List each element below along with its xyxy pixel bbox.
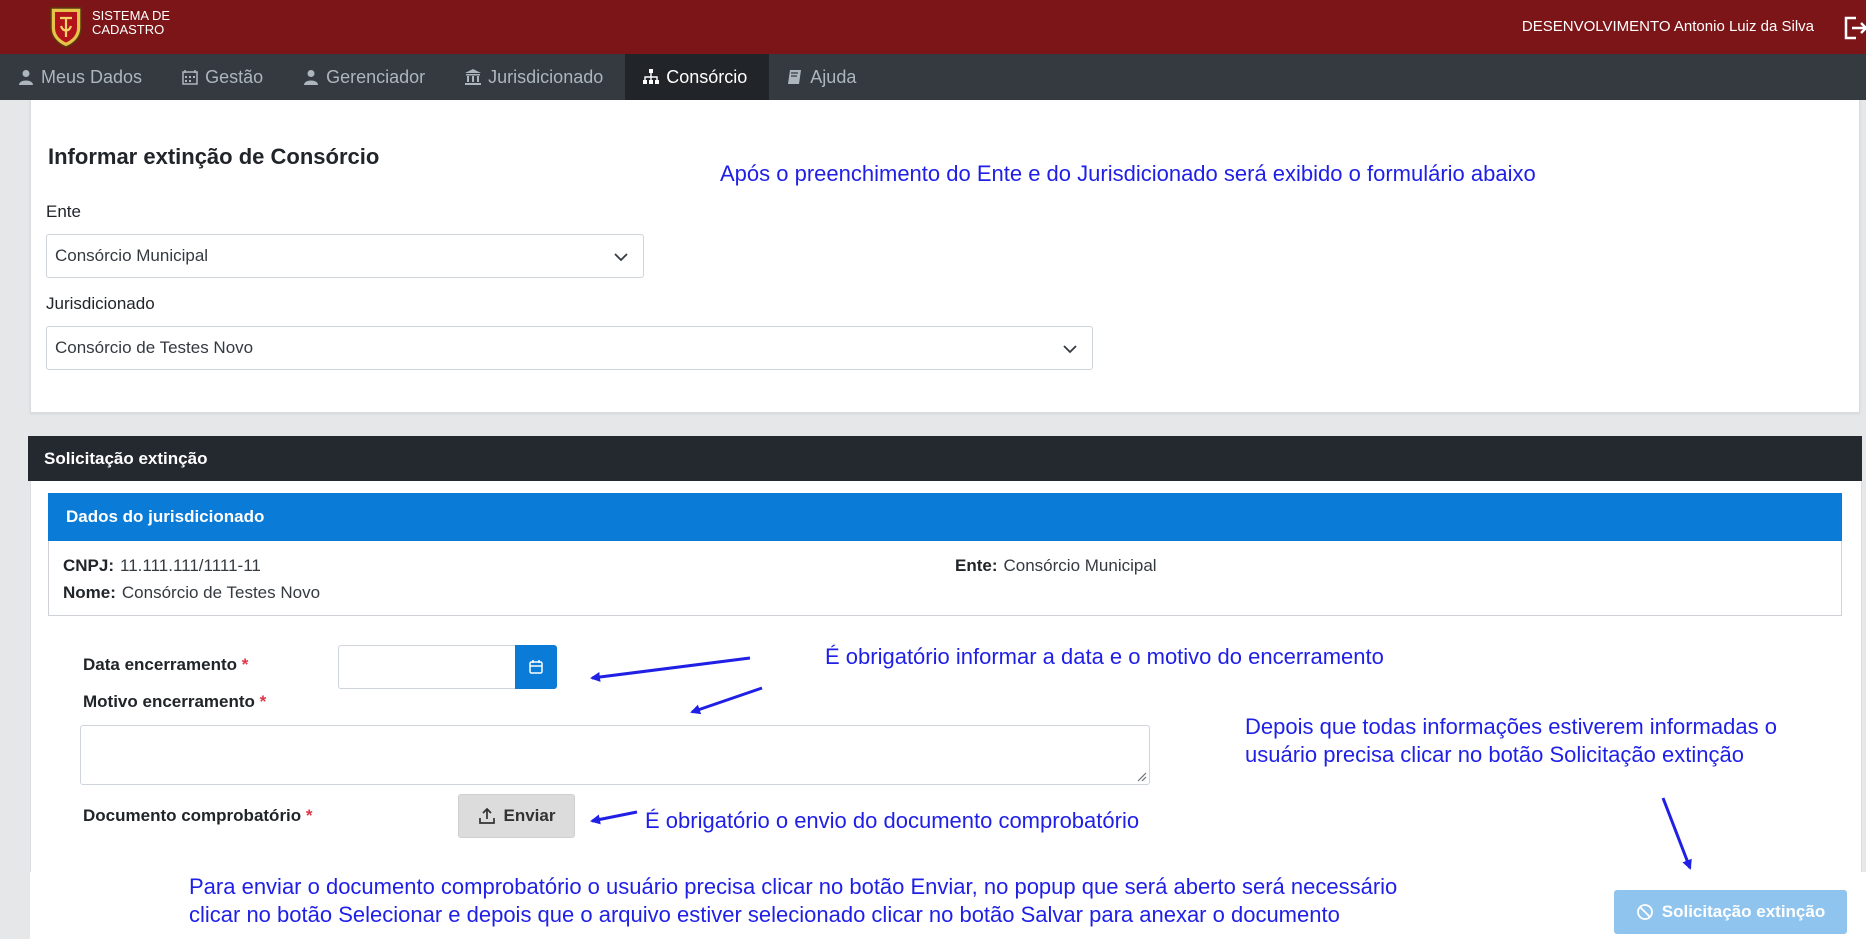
chevron-down-icon <box>614 253 628 262</box>
required-mark: * <box>241 655 249 674</box>
brand-line2: CADASTRO <box>92 22 165 37</box>
nav-label: Meus Dados <box>41 66 143 87</box>
book-icon <box>788 70 802 84</box>
user-icon <box>304 70 319 85</box>
ente-label: Ente <box>46 202 81 221</box>
jurisdicionado-select-value: Consórcio de Testes Novo <box>55 338 254 357</box>
nome-label: Nome: <box>63 583 116 602</box>
annotation-form-shown: Após o preenchimento do Ente e do Jurisd… <box>720 161 1536 186</box>
annotation-enviar-line1: Para enviar o documento comprobatório o … <box>189 874 1398 899</box>
ente-info-label: Ente: <box>955 556 998 575</box>
cnpj-label: CNPJ: <box>63 556 115 575</box>
nav-consorcio[interactable]: Consórcio <box>625 54 770 100</box>
nome-field: Nome: Consórcio de Testes Novo <box>63 583 320 603</box>
annotation-enviar-instructions: Para enviar o documento comprobatório o … <box>189 873 1397 929</box>
nav-gestao[interactable]: Gestão <box>164 54 285 100</box>
jurisdicionado-label: Jurisdicionado <box>46 294 155 313</box>
chevron-down-icon <box>1063 345 1077 354</box>
brand-name: SISTEMA DE CADASTRO <box>92 9 170 37</box>
annotation-required-document: É obrigatório o envio do documento compr… <box>645 808 1140 833</box>
annotation-after-filled-line2: usuário precisa clicar no botão Solicita… <box>1245 742 1744 767</box>
ente-info-value: Consórcio Municipal <box>1003 556 1157 575</box>
annotation-after-filled-line1: Depois que todas informações estiverem i… <box>1245 714 1777 739</box>
page-title: Informar extinção de Consórcio <box>48 144 380 169</box>
motivo-encerramento-label: Motivo encerramento * <box>83 692 266 712</box>
brand-line1: SISTEMA DE <box>92 8 171 23</box>
nav-label: Jurisdicionado <box>488 66 604 87</box>
solicitar-label: Solicitação extinção <box>1661 902 1826 921</box>
cnpj-field: CNPJ: 11.111.111/1111-11 <box>63 556 261 576</box>
nav-label: Gerenciador <box>326 66 426 87</box>
calendar-icon <box>182 70 198 85</box>
dados-header: Dados do jurisdicionado <box>48 493 1842 541</box>
user-icon <box>19 70 33 85</box>
data-encerramento-input[interactable] <box>338 645 515 689</box>
solicitacao-extincao-button[interactable]: Solicitação extinção <box>1614 890 1847 934</box>
user-name: DESENVOLVIMENTO Antonio Luiz da Silva <box>1521 18 1814 35</box>
nav-jurisdicionado[interactable]: Jurisdicionado <box>447 54 625 100</box>
ente-select[interactable]: Consórcio Municipal <box>46 234 644 278</box>
nav-gerenciador[interactable]: Gerenciador <box>285 54 447 100</box>
data-label-text: Data encerramento <box>83 655 238 674</box>
resize-handle-icon[interactable] <box>1135 770 1147 782</box>
date-picker-button[interactable] <box>515 645 557 689</box>
nav-label: Ajuda <box>810 66 857 87</box>
annotation-required-date: É obrigatório informar a data e o motivo… <box>825 644 1384 669</box>
ente-select-value: Consórcio Municipal <box>55 246 209 265</box>
data-encerramento-label: Data encerramento * <box>83 655 248 675</box>
nav-meus-dados[interactable]: Meus Dados <box>0 54 164 100</box>
documento-comprobatorio-label: Documento comprobatório * <box>83 806 313 826</box>
cnpj-value: 11.111.111/1111-11 <box>120 556 261 575</box>
logout-icon[interactable] <box>1842 12 1866 44</box>
motivo-label-text: Motivo encerramento <box>83 692 255 711</box>
jurisdicionado-select[interactable]: Consórcio de Testes Novo <box>46 326 1093 370</box>
nav-label: Gestão <box>205 66 264 87</box>
annotation-enviar-line2: clicar no botão Selecionar e depois que … <box>189 902 1340 927</box>
crest-logo-icon[interactable] <box>48 4 84 48</box>
nome-value: Consórcio de Testes Novo <box>121 583 321 602</box>
institution-icon <box>465 69 482 85</box>
sitemap-icon <box>643 69 660 84</box>
calendar-icon <box>529 660 543 674</box>
upload-icon <box>478 807 495 824</box>
enviar-label: Enviar <box>503 806 556 825</box>
ban-icon <box>1636 904 1653 920</box>
required-mark: * <box>259 692 267 711</box>
nav-ajuda[interactable]: Ajuda <box>769 54 878 100</box>
documento-label-text: Documento comprobatório <box>83 806 302 825</box>
main-nav: Meus Dados Gestão Gerenciador Jurisdicio… <box>0 54 1866 100</box>
top-bar: SISTEMA DE CADASTRO DESENVOLVIMENTO Anto… <box>0 0 1866 54</box>
ente-field: Ente: Consórcio Municipal <box>955 556 1157 576</box>
motivo-encerramento-textarea[interactable] <box>80 725 1150 785</box>
enviar-button[interactable]: Enviar <box>458 794 575 838</box>
annotation-after-filled: Depois que todas informações estiverem i… <box>1245 713 1777 769</box>
solicitacao-header: Solicitação extinção <box>28 436 1862 481</box>
required-mark: * <box>305 806 313 825</box>
nav-label: Consórcio <box>666 66 748 87</box>
